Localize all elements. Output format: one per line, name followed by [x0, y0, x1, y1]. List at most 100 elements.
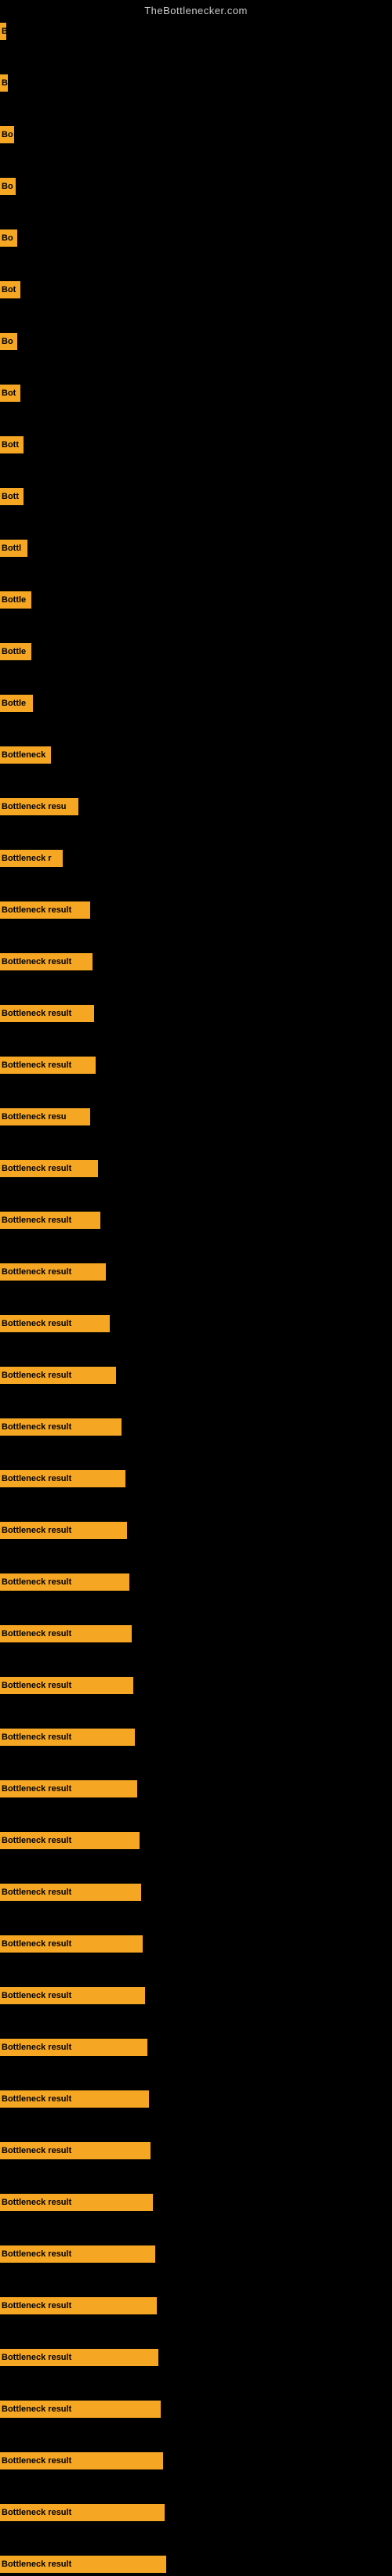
bar-24: Bottleneck result	[0, 1263, 106, 1281]
bar-row-38: Bottleneck result	[0, 1956, 392, 2007]
bar-row-11: Bottle	[0, 560, 392, 612]
bar-row-18: Bottleneck result	[0, 922, 392, 974]
bar-row-47: Bottleneck result	[0, 2421, 392, 2473]
bar-row-17: Bottleneck result	[0, 870, 392, 922]
bar-17: Bottleneck result	[0, 901, 90, 919]
bar-20: Bottleneck result	[0, 1057, 96, 1074]
bar-row-7: Bot	[0, 353, 392, 405]
bar-row-33: Bottleneck result	[0, 1697, 392, 1749]
bar-row-26: Bottleneck result	[0, 1335, 392, 1387]
bar-25: Bottleneck result	[0, 1315, 110, 1332]
bar-6: Bo	[0, 333, 17, 350]
bar-row-5: Bot	[0, 250, 392, 302]
bar-row-27: Bottleneck result	[0, 1387, 392, 1439]
bar-row-20: Bottleneck result	[0, 1025, 392, 1077]
bar-row-46: Bottleneck result	[0, 2369, 392, 2421]
bar-row-10: Bottl	[0, 508, 392, 560]
bar-9: Bott	[0, 488, 24, 505]
bar-row-36: Bottleneck result	[0, 1852, 392, 1904]
bar-row-22: Bottleneck result	[0, 1129, 392, 1180]
bar-36: Bottleneck result	[0, 1884, 141, 1901]
bar-29: Bottleneck result	[0, 1522, 127, 1539]
bar-row-19: Bottleneck result	[0, 974, 392, 1025]
bar-10: Bottl	[0, 540, 27, 557]
bar-row-6: Bo	[0, 302, 392, 353]
bar-row-29: Bottleneck result	[0, 1490, 392, 1542]
bar-row-4: Bo	[0, 198, 392, 250]
bar-13: Bottle	[0, 695, 33, 712]
bar-row-48: Bottleneck result	[0, 2473, 392, 2524]
bar-19: Bottleneck result	[0, 1005, 94, 1022]
bar-row-12: Bottle	[0, 612, 392, 663]
bar-row-43: Bottleneck result	[0, 2214, 392, 2266]
bar-38: Bottleneck result	[0, 1987, 145, 2004]
site-title: TheBottlenecker.com	[0, 0, 392, 20]
bar-16: Bottleneck r	[0, 850, 63, 867]
bar-row-2: Bo	[0, 95, 392, 146]
bar-1: B	[0, 74, 8, 92]
bar-row-24: Bottleneck result	[0, 1232, 392, 1284]
bar-row-39: Bottleneck result	[0, 2007, 392, 2059]
bar-48: Bottleneck result	[0, 2504, 165, 2521]
bar-row-42: Bottleneck result	[0, 2162, 392, 2214]
bar-7: Bot	[0, 385, 20, 402]
bar-27: Bottleneck result	[0, 1418, 122, 1436]
bar-47: Bottleneck result	[0, 2452, 163, 2469]
bar-33: Bottleneck result	[0, 1729, 135, 1746]
bar-row-32: Bottleneck result	[0, 1646, 392, 1697]
bar-row-3: Bo	[0, 146, 392, 198]
bar-32: Bottleneck result	[0, 1677, 133, 1694]
bar-30: Bottleneck result	[0, 1573, 129, 1591]
bar-43: Bottleneck result	[0, 2245, 155, 2263]
bars-container: B B Bo Bo Bo Bot Bo Bot Bott Bott Bottl Bottle Bottl…	[0, 20, 392, 2576]
bar-row-40: Bottleneck result	[0, 2059, 392, 2111]
bar-row-28: Bottleneck result	[0, 1439, 392, 1490]
bar-row-37: Bottleneck result	[0, 1904, 392, 1956]
bar-row-45: Bottleneck result	[0, 2318, 392, 2369]
bar-5: Bot	[0, 281, 20, 298]
bar-row-41: Bottleneck result	[0, 2111, 392, 2162]
bar-row-13: Bottle	[0, 663, 392, 715]
bar-row-21: Bottleneck resu	[0, 1077, 392, 1129]
bar-row-30: Bottleneck result	[0, 1542, 392, 1594]
bar-31: Bottleneck result	[0, 1625, 132, 1642]
bar-2: Bo	[0, 126, 14, 143]
bar-22: Bottleneck result	[0, 1160, 98, 1177]
bar-21: Bottleneck resu	[0, 1108, 90, 1125]
bar-row-35: Bottleneck result	[0, 1801, 392, 1852]
bar-row-15: Bottleneck resu	[0, 767, 392, 818]
bar-row-16: Bottleneck r	[0, 818, 392, 870]
bar-row-0: B	[0, 20, 392, 43]
bar-39: Bottleneck result	[0, 2039, 147, 2056]
bar-42: Bottleneck result	[0, 2194, 153, 2211]
bar-14: Bottleneck	[0, 746, 51, 764]
bar-3: Bo	[0, 178, 16, 195]
bar-row-8: Bott	[0, 405, 392, 457]
bar-0: B	[0, 23, 6, 40]
bar-26: Bottleneck result	[0, 1367, 116, 1384]
bar-11: Bottle	[0, 591, 31, 609]
bar-41: Bottleneck result	[0, 2142, 151, 2159]
bar-row-14: Bottleneck	[0, 715, 392, 767]
bar-row-49: Bottleneck result	[0, 2524, 392, 2576]
bar-23: Bottleneck result	[0, 1212, 100, 1229]
bar-8: Bott	[0, 436, 24, 453]
bar-35: Bottleneck result	[0, 1832, 140, 1849]
bar-row-23: Bottleneck result	[0, 1180, 392, 1232]
bar-row-34: Bottleneck result	[0, 1749, 392, 1801]
bar-40: Bottleneck result	[0, 2090, 149, 2108]
bar-12: Bottle	[0, 643, 31, 660]
bar-row-1: B	[0, 43, 392, 95]
bar-row-25: Bottleneck result	[0, 1284, 392, 1335]
bar-45: Bottleneck result	[0, 2349, 158, 2366]
bar-49: Bottleneck result	[0, 2556, 166, 2573]
bar-34: Bottleneck result	[0, 1780, 137, 1797]
bar-46: Bottleneck result	[0, 2401, 161, 2418]
bar-18: Bottleneck result	[0, 953, 93, 970]
bar-row-44: Bottleneck result	[0, 2266, 392, 2318]
bar-row-9: Bott	[0, 457, 392, 508]
bar-15: Bottleneck resu	[0, 798, 78, 815]
bar-4: Bo	[0, 229, 17, 247]
bar-37: Bottleneck result	[0, 1935, 143, 1953]
bar-row-31: Bottleneck result	[0, 1594, 392, 1646]
